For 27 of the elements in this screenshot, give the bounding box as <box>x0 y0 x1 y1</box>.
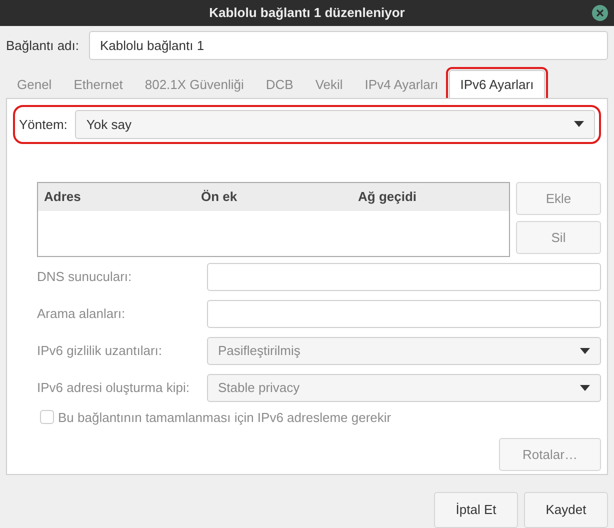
tab[interactable]: Genel <box>6 70 63 98</box>
caret-icon <box>580 384 590 391</box>
tab[interactable]: IPv6 Ayarları <box>449 70 545 98</box>
field-label: IPv6 gizlilik uzantıları: <box>37 343 163 358</box>
close-button[interactable] <box>592 5 608 21</box>
column-header[interactable]: Ön ek <box>195 182 352 211</box>
close-icon <box>596 9 604 17</box>
tab[interactable]: Vekil <box>304 70 354 98</box>
field-label: DNS sunucuları: <box>37 269 133 284</box>
caret-icon <box>580 348 590 354</box>
tab[interactable]: DCB <box>254 70 304 98</box>
window-title: Kablolu bağlantı 1 düzenleniyor <box>209 5 405 20</box>
field-label: Bağlantı adı: <box>6 38 79 53</box>
caret-icon <box>574 121 584 128</box>
method-dropdown[interactable]: Yok say <box>75 110 595 139</box>
tab[interactable]: IPv4 Ayarları <box>354 70 450 98</box>
tab[interactable]: Ethernet <box>62 70 134 98</box>
checkbox-label: Bu bağlantının tamamlanması için IPv6 adresleme gerekir <box>58 410 392 425</box>
column-header[interactable]: Ağ geçidi <box>352 182 509 211</box>
footer-button[interactable]: Kaydet <box>524 492 608 528</box>
field-label: Yöntem: <box>19 116 68 132</box>
footer-button[interactable]: İptal Et <box>434 492 518 528</box>
column-header[interactable]: Adres <box>38 182 195 211</box>
field-label: Arama alanları: <box>37 306 126 322</box>
field-label: IPv6 adresi oluşturma kipi: <box>37 380 190 396</box>
tab[interactable]: 802.1X Güvenliği <box>134 70 255 98</box>
connection-name-field[interactable]: Kablolu bağlantı 1 <box>89 30 608 60</box>
